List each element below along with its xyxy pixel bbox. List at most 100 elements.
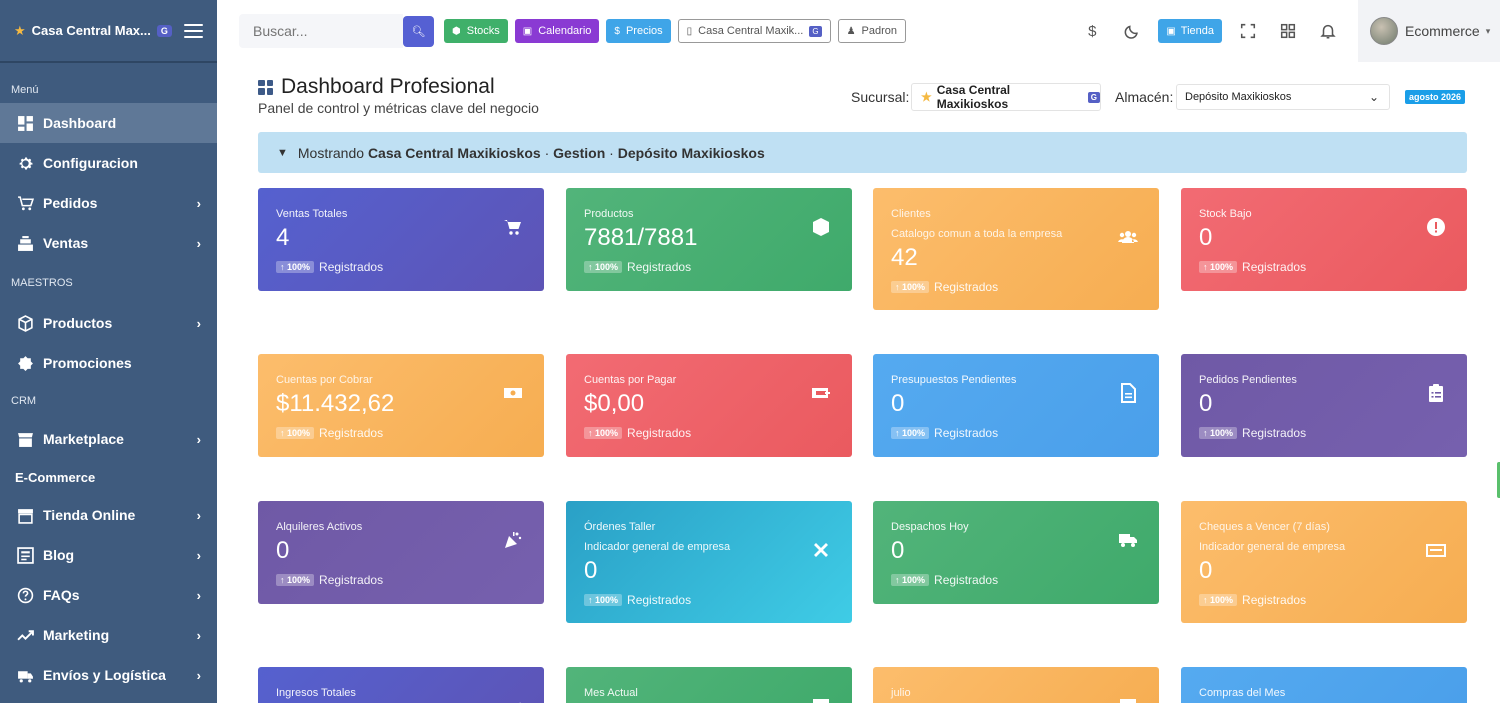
card-value: 0 bbox=[276, 537, 290, 564]
sidebar-item-blog[interactable]: Blog › bbox=[0, 535, 217, 575]
search-input[interactable] bbox=[239, 14, 403, 48]
card-value: 0 bbox=[1199, 557, 1213, 584]
card-value: 0 bbox=[1199, 390, 1213, 417]
card-label: Pedidos Pendientes bbox=[1199, 374, 1297, 386]
tienda-label: Tienda bbox=[1180, 25, 1214, 37]
card-cuentas-pagar[interactable]: Cuentas por Pagar $0,00 ↑ 100% Registrado… bbox=[566, 354, 852, 457]
card-label: Compras del Mes bbox=[1199, 687, 1286, 699]
sidebar-item-label: FAQs bbox=[43, 587, 80, 603]
search-button[interactable]: 🔍︎ bbox=[403, 15, 434, 47]
card-ventas-totales[interactable]: Ventas Totales 4 ↑ 100% Registrados bbox=[258, 188, 544, 291]
sidebar-item-dashboard[interactable]: Dashboard bbox=[0, 103, 217, 143]
calendario-button[interactable]: ▣ Calendario bbox=[514, 19, 600, 43]
padron-button[interactable]: ♟ Padron bbox=[837, 19, 907, 43]
card-label: Despachos Hoy bbox=[891, 521, 969, 533]
sidebar-item-label: Promociones bbox=[43, 355, 132, 371]
brand-name: Casa Central Max... bbox=[31, 23, 151, 38]
sidebar-item-configuracion[interactable]: Configuracion bbox=[0, 143, 217, 183]
chart-icon bbox=[16, 626, 34, 644]
card-value: 0 bbox=[584, 557, 598, 584]
branch-label: Casa Central Maxik... bbox=[698, 25, 804, 37]
truck-icon bbox=[16, 666, 34, 684]
card-cuentas-cobrar[interactable]: Cuentas por Cobrar $11.432,62 ↑ 100% Regi… bbox=[258, 354, 544, 457]
card-ingresos-totales[interactable]: Ingresos Totales bbox=[258, 667, 544, 703]
dashboard-icon bbox=[258, 79, 273, 95]
sidebar-item-marketing[interactable]: Marketing › bbox=[0, 615, 217, 655]
moon-icon[interactable] bbox=[1112, 16, 1152, 46]
blog-icon bbox=[16, 546, 34, 564]
sidebar-item-label: Blog bbox=[43, 547, 75, 563]
card-alquileres[interactable]: Alquileres Activos 0 ↑ 100% Registrados bbox=[258, 501, 544, 604]
currency-icon[interactable]: $ bbox=[1072, 16, 1112, 46]
card-value: 0 bbox=[891, 537, 905, 564]
payment-icon bbox=[810, 382, 832, 404]
branch-selector-button[interactable]: ▯ Casa Central Maxik... G bbox=[677, 19, 831, 43]
card-clientes[interactable]: Clientes Catalogo comun a toda la empres… bbox=[873, 188, 1159, 310]
stocks-icon: ⬢ bbox=[452, 25, 461, 37]
sidebar-item-promociones[interactable]: Promociones bbox=[0, 343, 217, 383]
sidebar-item-label: Ventas bbox=[43, 235, 89, 251]
section-menu: Menú bbox=[11, 84, 39, 96]
card-foot: Registrados bbox=[934, 426, 999, 440]
card-value: 42 bbox=[891, 244, 918, 271]
card-sublabel: Catalogo comun a toda la empresa bbox=[891, 228, 1063, 240]
card-label: Cuentas por Cobrar bbox=[276, 374, 373, 386]
precios-button[interactable]: $ Precios bbox=[606, 19, 671, 43]
bell-icon[interactable] bbox=[1308, 16, 1348, 46]
card-label: Ventas Totales bbox=[276, 208, 348, 220]
card-label: Órdenes Taller bbox=[584, 521, 656, 533]
star-icon: ★ bbox=[14, 22, 26, 38]
sidebar-item-label: Envíos y Logística bbox=[43, 667, 166, 683]
user-icon: ♟ bbox=[846, 25, 856, 37]
sidebar-item-tienda-online[interactable]: Tienda Online › bbox=[0, 495, 217, 535]
card-julio[interactable]: julio bbox=[873, 667, 1159, 703]
card-cheques[interactable]: Cheques a Vencer (7 días) Indicador gene… bbox=[1181, 501, 1467, 623]
card-percent: ↑ 100% bbox=[1199, 427, 1238, 439]
card-presupuestos[interactable]: Presupuestos Pendientes 0 ↑ 100% Registra… bbox=[873, 354, 1159, 457]
info-separator: · bbox=[544, 144, 550, 161]
sidebar-item-faqs[interactable]: FAQs › bbox=[0, 575, 217, 615]
cart-icon bbox=[16, 194, 34, 212]
almacen-select[interactable]: Depósito Maxikioskos ⌄ bbox=[1176, 84, 1390, 110]
card-value: $0,00 bbox=[584, 390, 645, 417]
card-compras-mes[interactable]: Compras del Mes bbox=[1181, 667, 1467, 703]
apps-grid-icon[interactable] bbox=[1268, 16, 1308, 46]
chevron-right-icon: › bbox=[196, 667, 201, 683]
sidebar-item-productos[interactable]: Productos › bbox=[0, 303, 217, 343]
sidebar-brand[interactable]: ★ Casa Central Max... G bbox=[0, 0, 217, 63]
chevron-right-icon: › bbox=[196, 315, 201, 331]
store-icon bbox=[16, 430, 34, 448]
truck-icon bbox=[1117, 529, 1139, 551]
section-crm: CRM bbox=[11, 395, 37, 407]
card-pedidos-pendientes[interactable]: Pedidos Pendientes 0 ↑ 100% Registrados bbox=[1181, 354, 1467, 457]
stocks-button[interactable]: ⬢ Stocks bbox=[444, 19, 508, 43]
box-icon bbox=[16, 314, 34, 332]
sidebar-item-envios[interactable]: Envíos y Logística › bbox=[0, 655, 217, 695]
card-mes-actual[interactable]: Mes Actual bbox=[566, 667, 852, 703]
sucursal-label: Sucursal: bbox=[851, 89, 910, 105]
card-percent: ↑ 100% bbox=[891, 574, 930, 586]
calendar-icon bbox=[1117, 695, 1139, 703]
fullscreen-icon[interactable] bbox=[1228, 16, 1268, 46]
card-label: Mes Actual bbox=[584, 687, 638, 699]
dollar-icon: $ bbox=[614, 25, 620, 37]
card-stock-bajo[interactable]: Stock Bajo 0 ↑ 100% Registrados bbox=[1181, 188, 1467, 291]
sucursal-selector[interactable]: ★ Casa Central Maxikioskos G bbox=[911, 83, 1101, 111]
almacen-value: Depósito Maxikioskos bbox=[1185, 91, 1292, 103]
card-ordenes-taller[interactable]: Órdenes Taller Indicador general de empr… bbox=[566, 501, 852, 623]
hamburger-menu-icon[interactable] bbox=[184, 23, 203, 38]
sidebar-item-marketplace[interactable]: Marketplace › bbox=[0, 419, 217, 459]
tienda-button[interactable]: ▣ Tienda bbox=[1158, 19, 1222, 43]
sidebar-item-ventas[interactable]: Ventas › bbox=[0, 223, 217, 263]
star-icon: ★ bbox=[921, 90, 932, 104]
card-percent: ↑ 100% bbox=[891, 427, 930, 439]
info-prefix: Mostrando bbox=[297, 144, 365, 161]
trend-icon bbox=[502, 695, 524, 703]
card-productos[interactable]: Productos 7881/7881 ↑ 100% Registrados bbox=[566, 188, 852, 291]
sidebar-item-pedidos[interactable]: Pedidos › bbox=[0, 183, 217, 223]
card-percent: ↑ 100% bbox=[584, 427, 623, 439]
sidebar-item-label: Tienda Online bbox=[43, 507, 136, 523]
card-foot: Registrados bbox=[1242, 426, 1307, 440]
user-menu[interactable]: Ecommerce ▾ bbox=[1358, 0, 1500, 62]
card-despachos[interactable]: Despachos Hoy 0 ↑ 100% Registrados bbox=[873, 501, 1159, 604]
